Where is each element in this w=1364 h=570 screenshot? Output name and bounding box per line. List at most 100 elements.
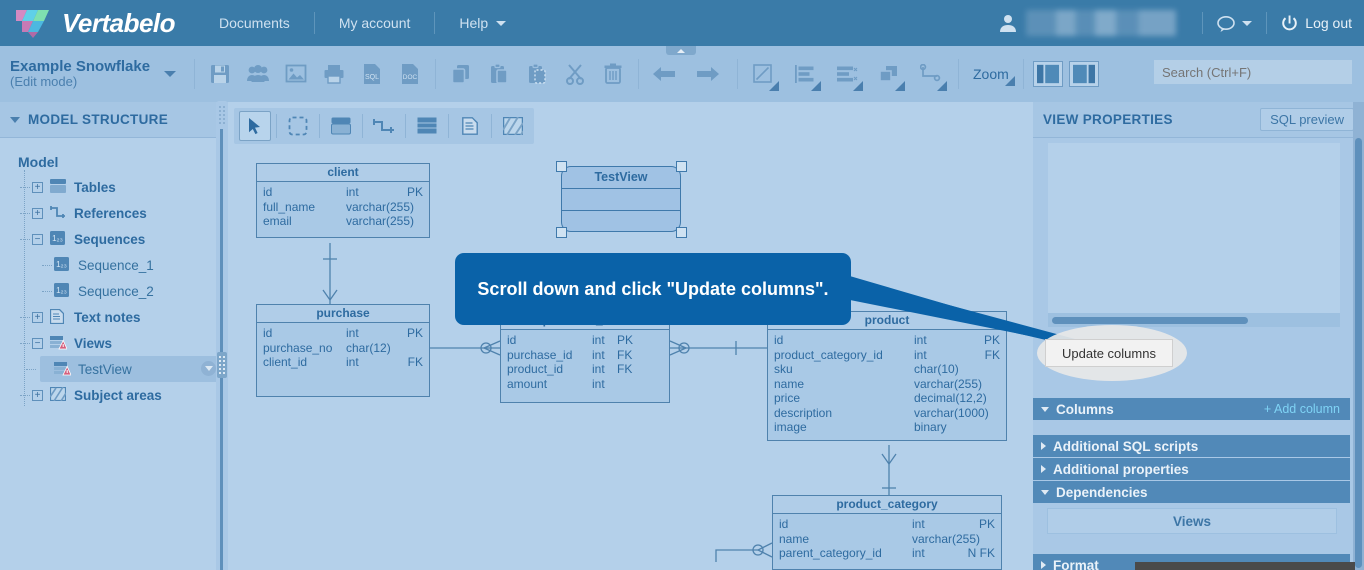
dropdown-arrow-icon[interactable] [937, 81, 947, 91]
new-note-icon[interactable] [454, 111, 486, 141]
expander-minus-icon[interactable]: − [32, 337, 43, 349]
copy-icon[interactable] [446, 59, 476, 89]
paste-icon[interactable] [484, 59, 514, 89]
new-reference-icon[interactable] [368, 111, 400, 141]
splitter-grip-handle[interactable] [217, 352, 227, 378]
undo-icon[interactable] [649, 59, 679, 89]
column-key: PK [617, 333, 634, 347]
resize-handle-ne[interactable] [676, 161, 687, 172]
chevron-down-icon[interactable] [1041, 489, 1049, 495]
expander-minus-icon[interactable]: − [32, 233, 43, 245]
tree-root-model[interactable]: Model [14, 150, 216, 174]
chevron-down-icon[interactable] [1242, 20, 1253, 26]
paste-special-icon[interactable] [522, 59, 552, 89]
table-client[interactable]: client id int PK full_name varchar(255) … [256, 163, 430, 238]
nav-help[interactable]: Help [435, 12, 530, 34]
logout-button[interactable]: Log out [1305, 15, 1352, 31]
align-left-icon[interactable] [790, 59, 821, 91]
delete-icon[interactable] [598, 59, 628, 89]
toggle-right-panel-button[interactable] [1068, 61, 1099, 87]
table-purchase[interactable]: purchase id int PK purchase_no char(12) … [256, 304, 430, 397]
scrollbar-thumb[interactable] [1355, 138, 1362, 568]
model-structure-header[interactable]: MODEL STRUCTURE [0, 102, 216, 138]
sidebar-item-sequence-1[interactable]: 1₂₃ Sequence_1 [42, 252, 216, 278]
zoom-dropdown[interactable]: Zoom [965, 66, 1017, 86]
new-view-icon[interactable] [411, 111, 443, 141]
sidebar-item-sequences[interactable]: − 1₂₃ Sequences [20, 226, 216, 252]
section-additional-sql-scripts[interactable]: Additional SQL scripts [1033, 435, 1350, 457]
dropdown-arrow-icon[interactable] [811, 81, 821, 91]
model-structure-panel: MODEL STRUCTURE Model + Tables + Referen… [0, 102, 224, 570]
sidebar-item-views[interactable]: − Views [20, 330, 216, 356]
right-panel-vscrollbar[interactable] [1353, 102, 1364, 570]
expander-plus-icon[interactable]: + [32, 311, 43, 323]
view-shape-testview[interactable]: TestView [561, 166, 681, 232]
dropdown-arrow-icon[interactable] [895, 81, 905, 91]
dependencies-views-button[interactable]: Views [1047, 508, 1337, 534]
update-columns-button[interactable]: Update columns [1045, 339, 1173, 367]
dropdown-arrow-icon[interactable] [769, 81, 779, 91]
resize-handle-se[interactable] [676, 227, 687, 238]
new-subject-area-icon[interactable] [497, 111, 529, 141]
item-menu-chevron-icon[interactable] [201, 361, 216, 376]
line-style-icon[interactable] [748, 59, 779, 91]
cut-icon[interactable] [560, 59, 590, 89]
sidebar-item-sequence-2[interactable]: 1₂₃ Sequence_2 [42, 278, 216, 304]
doc-export-icon[interactable]: DOC [395, 59, 425, 89]
sidebar-item-text-notes[interactable]: + Text notes [20, 304, 216, 330]
expander-plus-icon[interactable]: + [32, 389, 43, 401]
distribute-icon[interactable] [832, 59, 863, 91]
chevron-down-icon[interactable] [1041, 406, 1049, 412]
document-title-area[interactable]: Example Snowflake (Edit mode) [0, 58, 160, 90]
sidebar-item-tables[interactable]: + Tables [20, 174, 216, 200]
sidebar-item-references[interactable]: + References [20, 200, 216, 226]
sql-preview-button[interactable]: SQL preview [1260, 108, 1354, 131]
section-additional-properties[interactable]: Additional properties [1033, 458, 1350, 480]
sql-editor-area[interactable] [1048, 143, 1340, 313]
new-table-icon[interactable] [325, 111, 357, 141]
bring-front-icon[interactable] [874, 59, 905, 91]
section-columns[interactable]: Columns + Add column [1033, 398, 1350, 420]
toolbar-collapse-tab[interactable] [666, 46, 696, 55]
table-product-category[interactable]: product_category id int PK name varchar(… [772, 495, 1002, 570]
expander-plus-icon[interactable]: + [32, 181, 43, 193]
pointer-icon[interactable] [239, 111, 271, 141]
resize-handle-nw[interactable] [556, 161, 567, 172]
sql-export-icon[interactable]: SQL [357, 59, 387, 89]
chevron-down-icon[interactable] [10, 116, 20, 123]
nav-documents[interactable]: Documents [195, 12, 315, 34]
comments-icon[interactable] [1217, 15, 1237, 32]
panel-splitter[interactable] [216, 101, 228, 570]
section-dependencies[interactable]: Dependencies [1033, 481, 1350, 503]
dropdown-arrow-icon[interactable] [1004, 76, 1015, 86]
brand-logo-area[interactable]: Vertabelo [0, 7, 195, 39]
chevron-right-icon[interactable] [1041, 465, 1046, 473]
resize-handle-sw[interactable] [556, 227, 567, 238]
search-input[interactable] [1154, 60, 1352, 84]
table-title: purchase [257, 305, 429, 323]
export-image-icon[interactable] [281, 59, 311, 89]
save-icon[interactable] [205, 59, 235, 89]
reference-style-icon[interactable] [916, 59, 947, 91]
splitter-grip-top[interactable] [217, 101, 227, 129]
toggle-left-panel-button[interactable] [1032, 61, 1063, 87]
sidebar-item-testview[interactable]: TestView [26, 356, 224, 382]
scrollbar-thumb[interactable] [1052, 317, 1248, 324]
share-users-icon[interactable] [243, 59, 273, 89]
chevron-right-icon[interactable] [1041, 561, 1046, 569]
print-icon[interactable] [319, 59, 349, 89]
expander-plus-icon[interactable]: + [32, 207, 43, 219]
diagram-canvas[interactable]: client id int PK full_name varchar(255) … [228, 102, 1033, 570]
sidebar-item-subject-areas[interactable]: + Subject areas [20, 382, 216, 408]
nav-my-account[interactable]: My account [315, 12, 436, 34]
column-name: full_name [263, 199, 316, 214]
table-product[interactable]: product id int PK product_category_id in… [767, 311, 1007, 441]
document-menu-chevron-icon[interactable] [164, 71, 176, 77]
redo-icon[interactable] [693, 59, 723, 89]
marquee-select-icon[interactable] [282, 111, 314, 141]
top-nav-links: Documents My account Help [195, 0, 530, 46]
add-column-button[interactable]: + Add column [1264, 402, 1350, 416]
column-key: N FK [967, 546, 995, 560]
dropdown-arrow-icon[interactable] [853, 81, 863, 91]
chevron-right-icon[interactable] [1041, 442, 1046, 450]
